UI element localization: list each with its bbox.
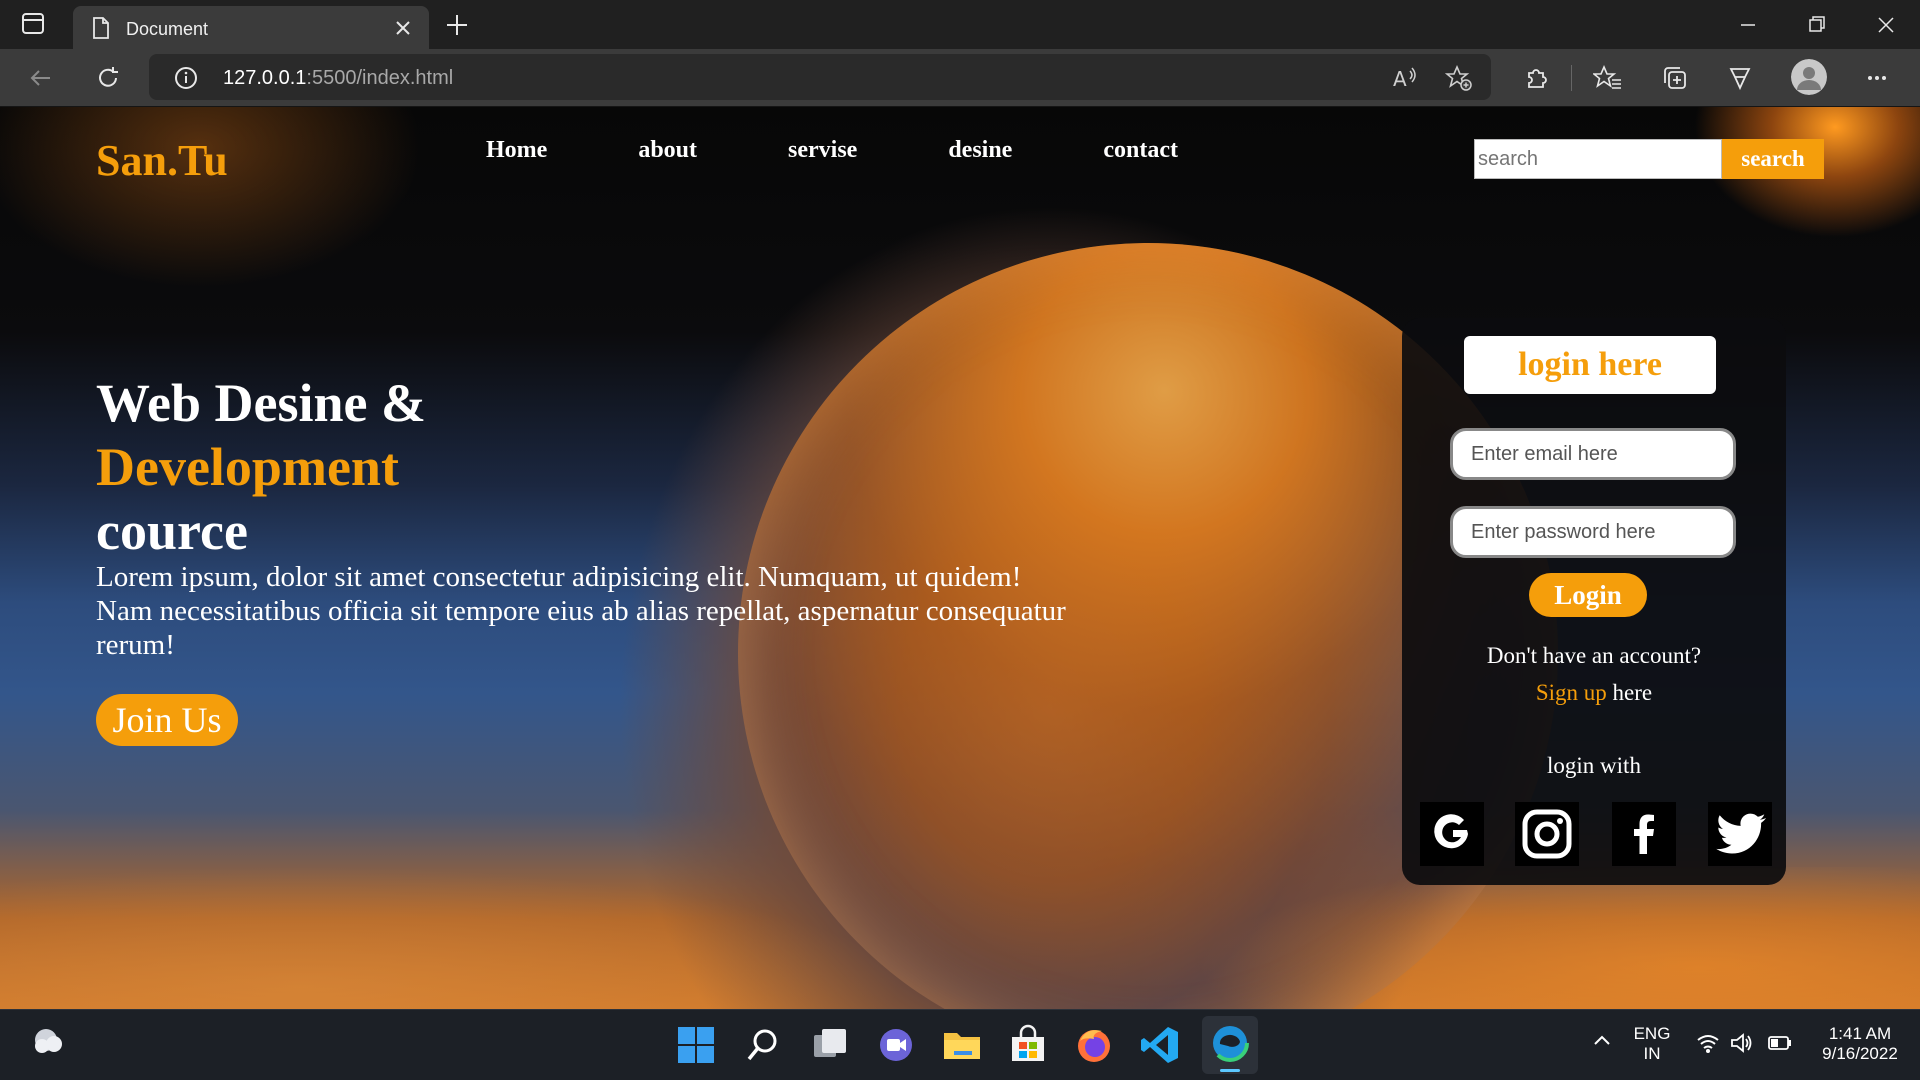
clock-date: 9/16/2022 bbox=[1822, 1044, 1898, 1063]
search-icon[interactable] bbox=[741, 1023, 785, 1067]
password-field[interactable]: Enter password here bbox=[1450, 506, 1736, 558]
join-us-button[interactable]: Join Us bbox=[96, 694, 238, 746]
info-icon[interactable] bbox=[173, 65, 199, 96]
web-page: San.Tu Home about servise desine contact… bbox=[0, 107, 1920, 1009]
browser-tabbar: Document bbox=[0, 0, 1920, 49]
nav-desine[interactable]: desine bbox=[948, 137, 1012, 164]
refresh-icon[interactable] bbox=[93, 63, 123, 93]
signup-line: Sign up here bbox=[1402, 680, 1786, 706]
email-field[interactable]: Enter email here bbox=[1450, 428, 1736, 480]
close-tab-icon[interactable] bbox=[391, 16, 415, 40]
edge-icon[interactable] bbox=[1202, 1016, 1258, 1074]
document-icon bbox=[91, 16, 111, 45]
collections-icon[interactable] bbox=[1660, 63, 1690, 93]
site-logo[interactable]: San.Tu bbox=[96, 135, 228, 186]
close-window-icon[interactable] bbox=[1865, 10, 1905, 40]
language-code: ENG bbox=[1633, 1024, 1671, 1043]
browser-tab-active[interactable]: Document bbox=[73, 6, 429, 49]
hero-paragraph: Lorem ipsum, dolor sit amet consectetur … bbox=[96, 561, 1066, 661]
restore-icon[interactable] bbox=[1796, 10, 1836, 40]
instagram-icon[interactable] bbox=[1515, 802, 1579, 866]
google-icon[interactable] bbox=[1420, 802, 1484, 866]
battery-icon[interactable] bbox=[1767, 1030, 1793, 1056]
microsoft-store-icon[interactable] bbox=[1006, 1023, 1050, 1067]
hero-heading: Web Desine & Development cource bbox=[96, 371, 426, 563]
firefox-icon[interactable] bbox=[1072, 1023, 1116, 1067]
hero-line-3: cource bbox=[96, 501, 248, 561]
clock[interactable]: 1:41 AM 9/16/2022 bbox=[1810, 1024, 1910, 1064]
clock-time: 1:41 AM bbox=[1828, 1024, 1892, 1043]
show-hidden-icons-chevron-icon[interactable] bbox=[1590, 1028, 1614, 1052]
windows-taskbar: ENG IN 1:41 AM 9/16/2022 bbox=[0, 1009, 1920, 1080]
weather-icon[interactable] bbox=[26, 1020, 70, 1064]
login-button[interactable]: Login bbox=[1529, 573, 1647, 617]
favorites-icon[interactable] bbox=[1591, 63, 1623, 93]
file-explorer-icon[interactable] bbox=[940, 1023, 984, 1067]
task-view-icon[interactable] bbox=[808, 1023, 852, 1067]
nav-about[interactable]: about bbox=[638, 137, 697, 164]
search-input[interactable] bbox=[1474, 139, 1722, 179]
search-button[interactable]: search bbox=[1722, 139, 1824, 179]
add-favorite-icon[interactable] bbox=[1444, 64, 1473, 92]
url-text: 127.0.0.1:5500/index.html bbox=[223, 67, 453, 90]
browser-toolbar: 127.0.0.1:5500/index.html A bbox=[0, 49, 1920, 107]
facebook-icon[interactable] bbox=[1612, 802, 1676, 866]
background-frost bbox=[0, 867, 1920, 1009]
twitter-icon[interactable] bbox=[1708, 802, 1772, 866]
read-aloud-icon[interactable]: A bbox=[1391, 64, 1419, 92]
main-nav: Home about servise desine contact bbox=[486, 137, 1178, 164]
login-card: login here Enter email here Enter passwo… bbox=[1402, 318, 1786, 885]
profile-avatar[interactable] bbox=[1791, 59, 1827, 95]
start-windows-icon[interactable] bbox=[674, 1023, 718, 1067]
region-code: IN bbox=[1643, 1044, 1661, 1063]
tab-actions-icon[interactable] bbox=[20, 11, 48, 37]
nav-servise[interactable]: servise bbox=[788, 137, 857, 164]
tab-title: Document bbox=[126, 19, 209, 39]
nav-contact[interactable]: contact bbox=[1103, 137, 1178, 164]
minimize-icon[interactable] bbox=[1727, 10, 1767, 40]
signup-suffix: here bbox=[1606, 680, 1653, 705]
more-options-icon[interactable] bbox=[1862, 63, 1892, 93]
hero-line-1: Web Desine & bbox=[96, 373, 426, 433]
back-arrow-icon[interactable] bbox=[26, 63, 56, 93]
nav-home[interactable]: Home bbox=[486, 137, 547, 164]
extensions-icon[interactable] bbox=[1521, 63, 1551, 93]
url-host: 127.0.0.1 bbox=[223, 67, 307, 89]
svg-text:A: A bbox=[1393, 67, 1407, 91]
language-indicator[interactable]: ENG IN bbox=[1632, 1024, 1672, 1064]
login-with-text: login with bbox=[1547, 753, 1641, 778]
toolbar-divider bbox=[1571, 65, 1572, 91]
login-title: login here bbox=[1464, 336, 1716, 394]
signup-link[interactable]: Sign up bbox=[1536, 680, 1607, 705]
teams-chat-icon[interactable] bbox=[874, 1023, 918, 1067]
volume-icon[interactable] bbox=[1729, 1030, 1755, 1056]
no-account-text: Don't have an account? bbox=[1486, 643, 1702, 668]
hero-line-2: Development bbox=[96, 437, 399, 497]
new-tab-button[interactable] bbox=[442, 10, 472, 40]
wifi-icon[interactable] bbox=[1695, 1030, 1721, 1056]
browser-essentials-icon[interactable] bbox=[1725, 63, 1755, 93]
url-path: :5500/index.html bbox=[306, 67, 454, 89]
vscode-icon[interactable] bbox=[1138, 1023, 1182, 1067]
url-bar[interactable]: 127.0.0.1:5500/index.html A bbox=[149, 54, 1491, 100]
